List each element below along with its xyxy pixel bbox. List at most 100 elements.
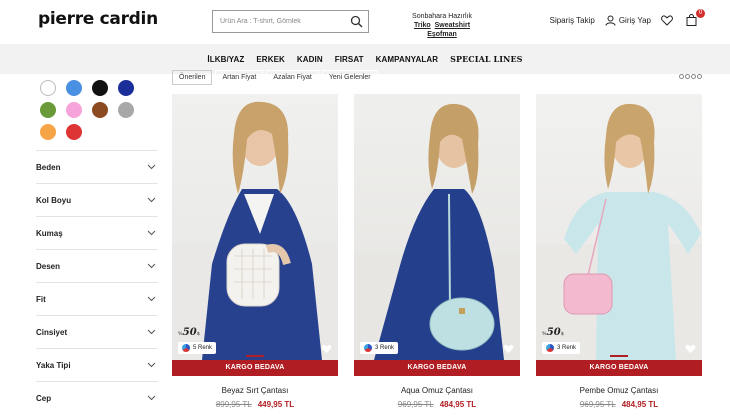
chevron-down-icon[interactable]: [147, 395, 156, 401]
nav-kampanyalar[interactable]: KAMPANYALAR: [376, 55, 438, 64]
header-actions: Sipariş Takip Giriş Yap 0: [540, 9, 705, 26]
grid-dot-icon[interactable]: [697, 74, 702, 79]
color-swatch[interactable]: [40, 102, 56, 118]
filter-fit[interactable]: Fit: [36, 282, 158, 315]
sort-newest[interactable]: Yeni Gelenler: [321, 70, 378, 85]
filter-label: Desen: [36, 261, 61, 271]
filter-label: Yaka Tipi: [36, 360, 71, 370]
product-name[interactable]: Beyaz Sırt Çantası: [172, 386, 338, 395]
filter-label: Beden: [36, 162, 61, 172]
sale-price: 484,95 TL: [621, 400, 659, 409]
product-price: 969,95 TL 484,95 TL: [354, 400, 520, 409]
sort-price-desc[interactable]: Azalan Fiyat: [266, 70, 319, 85]
grid-dot-icon[interactable]: [679, 74, 684, 79]
filter-cep[interactable]: Cep: [36, 381, 158, 414]
brand-logo[interactable]: pierre cardin: [38, 9, 158, 29]
nav-firsat[interactable]: FIRSAT: [335, 55, 364, 64]
heart-icon[interactable]: [685, 344, 696, 354]
chevron-down-icon[interactable]: [147, 329, 156, 335]
color-swatch[interactable]: [118, 102, 134, 118]
filter-desen[interactable]: Desen: [36, 249, 158, 282]
color-swatches: [40, 80, 158, 140]
palette-icon: [364, 344, 372, 352]
filter-yaka-tipi[interactable]: Yaka Tipi: [36, 348, 158, 381]
filter-label: Kumaş: [36, 228, 63, 238]
promo-link-esofman[interactable]: Eşofman: [427, 31, 457, 38]
filter-list: Beden Kol Boyu Kumaş Desen Fit Cinsiyet …: [36, 150, 158, 414]
sort-price-asc[interactable]: Artan Fiyat: [215, 70, 264, 85]
search-input[interactable]: [220, 18, 350, 25]
heart-icon[interactable]: [503, 344, 514, 354]
palette-icon: [546, 344, 554, 352]
sale-price: 484,95 TL: [439, 400, 477, 409]
order-track-link[interactable]: Sipariş Takip: [550, 16, 595, 25]
color-swatch[interactable]: [118, 80, 134, 96]
chevron-down-icon[interactable]: [147, 230, 156, 236]
discount-badge: %50$: [178, 327, 200, 338]
product-image[interactable]: %50$ 3 Renk: [536, 94, 702, 360]
login-label[interactable]: Giriş Yap: [619, 16, 651, 25]
color-swatch[interactable]: [66, 80, 82, 96]
search-icon[interactable]: [350, 15, 363, 33]
color-count-label: 3 Renk: [375, 345, 395, 351]
product-price: 899,95 TL 449,95 TL: [172, 400, 338, 409]
order-track-label[interactable]: Sipariş Takip: [550, 16, 595, 25]
old-price: 899,95 TL: [215, 400, 252, 409]
filter-cinsiyet[interactable]: Cinsiyet: [36, 315, 158, 348]
promo-link-triko[interactable]: Triko: [414, 22, 431, 29]
shopping-bag-icon[interactable]: [686, 14, 697, 26]
chevron-down-icon[interactable]: [147, 296, 156, 302]
filter-kol-boyu[interactable]: Kol Boyu: [36, 183, 158, 216]
image-slider-indicator: [246, 355, 264, 357]
chevron-down-icon[interactable]: [147, 197, 156, 203]
login-link[interactable]: Giriş Yap: [605, 15, 651, 26]
color-swatch[interactable]: [92, 80, 108, 96]
heart-icon[interactable]: [661, 14, 673, 26]
promo-title: Sonbahara Hazırlık: [412, 13, 472, 20]
product-image[interactable]: %50$ 5 Renk: [172, 94, 338, 360]
chevron-down-icon[interactable]: [147, 164, 156, 170]
grid-view-toggle[interactable]: [678, 74, 702, 79]
filter-kumas[interactable]: Kumaş: [36, 216, 158, 249]
free-shipping-banner: KARGO BEDAVA: [354, 360, 520, 376]
free-shipping-banner: KARGO BEDAVA: [172, 360, 338, 376]
sort-recommended[interactable]: Önerilen: [172, 70, 213, 85]
wishlist-button[interactable]: [661, 14, 676, 26]
product-price: 969,95 TL 484,95 TL: [536, 400, 702, 409]
chevron-down-icon[interactable]: [147, 263, 156, 269]
chevron-down-icon[interactable]: [147, 362, 156, 368]
grid-dot-icon[interactable]: [685, 74, 690, 79]
cart-button[interactable]: 0: [686, 9, 705, 26]
sale-price: 449,95 TL: [257, 400, 295, 409]
nav-erkek[interactable]: ERKEK: [256, 55, 285, 64]
color-swatch[interactable]: [66, 102, 82, 118]
header: pierre cardin Sonbahara Hazırlık Triko S…: [0, 0, 730, 44]
product-image[interactable]: 3 Renk: [354, 94, 520, 360]
product-card[interactable]: 3 Renk KARGO BEDAVA Aqua Omuz Çantası 96…: [354, 94, 520, 409]
color-swatch[interactable]: [40, 124, 56, 140]
color-filter: [36, 76, 158, 140]
palette-icon: [182, 344, 190, 352]
discount-badge: %50$: [542, 327, 564, 338]
search-box[interactable]: [212, 10, 369, 33]
grid-dot-icon[interactable]: [691, 74, 696, 79]
color-swatch[interactable]: [40, 80, 56, 96]
product-name[interactable]: Aqua Omuz Çantası: [354, 386, 520, 395]
cart-count-badge: 0: [696, 9, 705, 18]
promo-link-sweatshirt[interactable]: Sweatshirt: [435, 22, 470, 29]
color-count-badge: 5 Renk: [178, 342, 217, 354]
nav-ilkbahar-yaz[interactable]: İLKB/YAZ: [207, 55, 244, 64]
color-swatch[interactable]: [66, 124, 82, 140]
product-card[interactable]: %50$ 3 Renk KARGO BEDAVA Pembe Omuz Çant…: [536, 94, 702, 409]
color-count-badge: 3 Renk: [360, 342, 399, 354]
product-card[interactable]: %50$ 5 Renk KARGO BEDAVA Beyaz Sırt Çant…: [172, 94, 338, 409]
color-count-label: 3 Renk: [557, 345, 577, 351]
heart-icon[interactable]: [321, 344, 332, 354]
nav-special-lines[interactable]: SPECIAL LINES: [450, 54, 522, 64]
filter-label: Kol Boyu: [36, 195, 72, 205]
color-swatch[interactable]: [92, 102, 108, 118]
nav-kadin[interactable]: KADIN: [297, 55, 323, 64]
old-price: 969,95 TL: [579, 400, 616, 409]
filter-beden[interactable]: Beden: [36, 150, 158, 183]
product-name[interactable]: Pembe Omuz Çantası: [536, 386, 702, 395]
